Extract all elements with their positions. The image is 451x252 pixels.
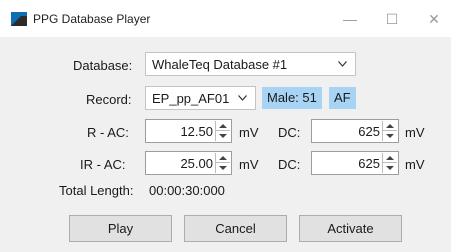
total-length-label: Total Length: — [59, 183, 134, 198]
gender-age-badge: Male: 51 — [262, 87, 322, 109]
activate-button[interactable]: Activate — [299, 215, 402, 242]
ir-ac-input[interactable]: 25.00 — [145, 151, 232, 175]
caret-up-icon — [386, 156, 394, 160]
maximize-button[interactable]: ☐ — [382, 10, 402, 28]
ir-dc-value: 625 — [358, 156, 380, 171]
caret-down-icon — [219, 166, 227, 170]
r-ac-spinner — [215, 121, 230, 141]
ir-ac-label: IR - AC: — [80, 157, 126, 172]
spin-up-button[interactable] — [383, 153, 397, 163]
caret-up-icon — [386, 124, 394, 128]
caret-down-icon — [219, 134, 227, 138]
chevron-down-icon — [238, 95, 247, 101]
spin-down-button[interactable] — [383, 131, 397, 141]
r-ac-value: 12.50 — [180, 124, 213, 139]
database-label: Database: — [73, 58, 133, 73]
r-ac-unit: mV — [239, 125, 259, 140]
r-dc-label: DC: — [278, 125, 301, 140]
r-dc-spinner — [382, 121, 397, 141]
minimize-button[interactable]: — — [340, 10, 360, 28]
app-icon — [11, 12, 27, 26]
ir-ac-spinner — [215, 153, 230, 173]
r-ac-label: R - AC: — [87, 125, 129, 140]
caret-down-icon — [386, 134, 394, 138]
rhythm-badge: AF — [329, 87, 356, 109]
caret-up-icon — [219, 156, 227, 160]
caret-up-icon — [219, 124, 227, 128]
caret-down-icon — [386, 166, 394, 170]
spin-down-button[interactable] — [216, 131, 230, 141]
ir-ac-value: 25.00 — [180, 156, 213, 171]
r-dc-input[interactable]: 625 — [311, 119, 399, 143]
record-label: Record: — [86, 92, 132, 107]
total-length-value: 00:00:30:000 — [149, 183, 225, 198]
r-dc-value: 625 — [358, 124, 380, 139]
chevron-down-icon — [338, 61, 347, 67]
spin-up-button[interactable] — [383, 121, 397, 131]
close-button[interactable]: ✕ — [424, 10, 444, 28]
ir-dc-spinner — [382, 153, 397, 173]
r-dc-unit: mV — [405, 125, 425, 140]
ir-dc-unit: mV — [405, 157, 425, 172]
spin-down-button[interactable] — [383, 163, 397, 173]
ir-ac-unit: mV — [239, 157, 259, 172]
window-title: PPG Database Player — [33, 12, 151, 26]
ir-dc-label: DC: — [278, 157, 301, 172]
record-select[interactable]: EP_pp_AF01 — [145, 86, 256, 110]
spin-up-button[interactable] — [216, 121, 230, 131]
spin-down-button[interactable] — [216, 163, 230, 173]
play-button[interactable]: Play — [69, 215, 172, 242]
spin-up-button[interactable] — [216, 153, 230, 163]
ir-dc-input[interactable]: 625 — [311, 151, 399, 175]
title-bar: PPG Database Player — ☐ ✕ — [0, 0, 451, 37]
record-select-value: EP_pp_AF01 — [152, 91, 230, 106]
database-select[interactable]: WhaleTeq Database #1 — [145, 52, 356, 76]
dialog-body: Database: WhaleTeq Database #1 Record: E… — [0, 37, 451, 252]
cancel-button[interactable]: Cancel — [184, 215, 287, 242]
database-select-value: WhaleTeq Database #1 — [152, 57, 288, 72]
r-ac-input[interactable]: 12.50 — [145, 119, 232, 143]
